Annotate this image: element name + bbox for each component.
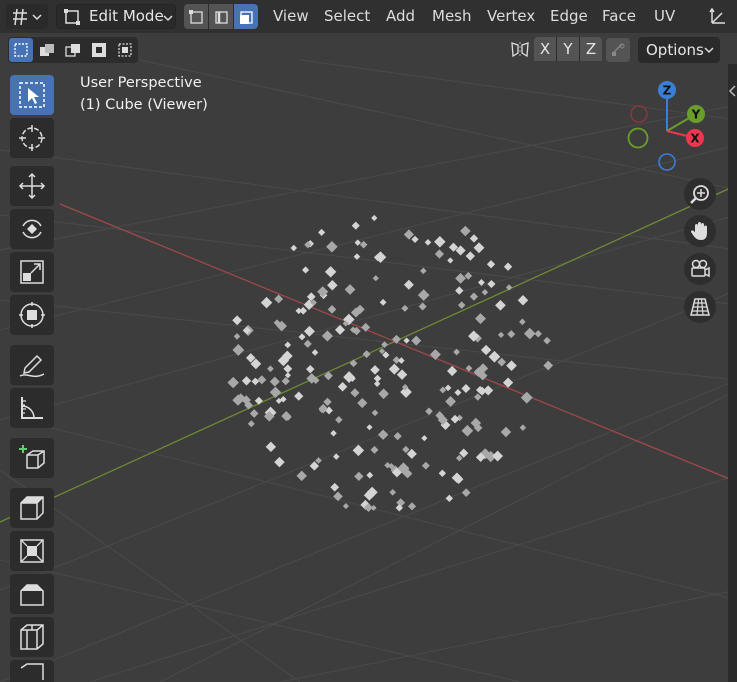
tool-transform[interactable] <box>10 295 54 335</box>
edge-select-icon <box>215 10 228 24</box>
perspective-toggle-button[interactable] <box>684 291 716 323</box>
menu-select[interactable]: Select <box>324 4 370 28</box>
blender-window: Edit Mode View Select Add Mesh Vertex Ed… <box>0 0 737 682</box>
snap-grid-icon <box>611 43 625 56</box>
tool-extrude[interactable] <box>10 488 54 528</box>
chevron-down-icon <box>163 15 173 22</box>
annotate-pencil-icon <box>19 354 45 378</box>
camera-view-button[interactable] <box>684 253 716 285</box>
tool-scale[interactable] <box>10 252 54 292</box>
select-difference-button[interactable] <box>87 38 111 62</box>
edge-select-button[interactable] <box>209 4 234 29</box>
tool-add-cube[interactable] <box>10 438 54 478</box>
chevron-down-icon <box>704 47 714 54</box>
tool-settings-bar: X Y Z Options <box>0 34 737 64</box>
selection-mode-group <box>8 37 138 63</box>
view-perspective-label: User Perspective <box>80 75 202 91</box>
tool-rotate[interactable] <box>10 209 54 249</box>
hand-icon <box>691 222 707 240</box>
inset-icon <box>20 539 44 563</box>
gizmo-x-label: X <box>690 132 700 146</box>
tool-measure[interactable] <box>10 388 54 428</box>
header-bar: Edit Mode View Select Add Mesh Vertex Ed… <box>0 0 737 33</box>
mirror-icon <box>511 42 529 58</box>
options-dropdown[interactable]: Options <box>638 37 720 63</box>
select-new-icon <box>14 43 28 57</box>
tool-inset[interactable] <box>10 531 54 571</box>
gizmo-neg-z <box>658 153 676 171</box>
add-cube-icon <box>19 445 45 469</box>
select-subtract-button[interactable] <box>61 38 85 62</box>
active-object-label: (1) Cube (Viewer) <box>80 97 208 113</box>
mode-dropdown[interactable]: Edit Mode <box>56 4 176 29</box>
tool-select-box[interactable] <box>10 75 54 115</box>
knife-icon <box>20 663 44 680</box>
menu-mesh[interactable]: Mesh <box>432 4 472 28</box>
zoom-icon <box>690 185 709 204</box>
vertex-select-icon <box>189 9 203 24</box>
move-icon <box>18 172 46 200</box>
face-select-button[interactable] <box>234 4 258 29</box>
rotate-icon <box>22 219 42 239</box>
menu-view[interactable]: View <box>273 4 309 28</box>
mirror-x-toggle[interactable]: X <box>534 37 557 61</box>
select-intersect-button[interactable] <box>113 38 137 62</box>
mode-label: Edit Mode <box>89 7 164 25</box>
cursor-icon <box>19 125 45 151</box>
extrude-icon <box>20 496 44 520</box>
face-select-icon <box>240 10 253 24</box>
chevron-left-icon <box>728 85 736 97</box>
select-new-button[interactable] <box>9 38 33 62</box>
tool-knife[interactable] <box>10 660 54 682</box>
select-box-icon <box>19 82 45 108</box>
menu-edge[interactable]: Edge <box>550 4 588 28</box>
editor-type-icon <box>13 8 42 25</box>
mirror-axis-group: X Y Z <box>534 37 602 63</box>
navigation-gizmo[interactable]: Z Y X <box>620 76 730 186</box>
editor-type-button[interactable] <box>6 4 48 29</box>
tool-loop-cut[interactable] <box>10 617 54 657</box>
auto-merge-button[interactable] <box>606 38 630 62</box>
select-subtract-icon <box>65 44 80 57</box>
vertex-select-button[interactable] <box>184 4 209 29</box>
menu-add[interactable]: Add <box>386 4 415 28</box>
tool-move[interactable] <box>10 166 54 206</box>
menu-vertex[interactable]: Vertex <box>487 4 535 28</box>
menu-face[interactable]: Face <box>602 4 636 28</box>
gizmo-y-label: Y <box>691 108 701 122</box>
select-extend-icon <box>40 44 54 56</box>
bevel-icon <box>20 584 44 606</box>
transform-orientation-button[interactable] <box>704 4 732 29</box>
loop-cut-icon <box>20 624 44 650</box>
select-mode-group <box>184 4 258 29</box>
tool-annotate[interactable] <box>10 345 54 385</box>
zoom-button[interactable] <box>684 178 716 210</box>
scale-icon <box>20 260 44 284</box>
mirror-z-toggle[interactable]: Z <box>580 37 602 61</box>
measure-icon <box>21 397 43 419</box>
transform-icon <box>19 302 45 328</box>
gizmo-z-label: Z <box>663 84 672 98</box>
sidebar-collapsed-strip[interactable] <box>728 64 737 682</box>
camera-icon <box>691 259 710 278</box>
mirror-y-toggle[interactable]: Y <box>557 37 580 61</box>
tool-cursor[interactable] <box>10 118 54 158</box>
options-label: Options <box>646 41 704 59</box>
mirror-button[interactable] <box>508 38 532 62</box>
edit-mode-icon <box>64 9 80 25</box>
gizmo-neg-y <box>630 105 648 123</box>
gizmo-neg-x <box>627 127 649 149</box>
menu-uv[interactable]: UV <box>654 4 675 28</box>
tool-bevel[interactable] <box>10 574 54 614</box>
grid-perspective-icon <box>690 298 710 316</box>
pan-button[interactable] <box>684 215 716 247</box>
transform-axes-icon <box>709 7 725 24</box>
select-extend-button[interactable] <box>35 38 59 62</box>
select-difference-icon <box>92 43 106 57</box>
select-intersect-icon <box>118 43 132 57</box>
